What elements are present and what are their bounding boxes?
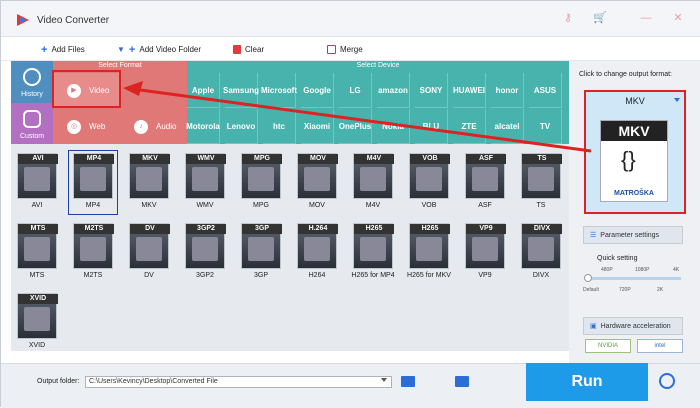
callout-arrow xyxy=(123,81,592,153)
app-window: Video Converter ⚷ 🛒 — ✕ + Add Files ▼ + Add… xyxy=(0,0,700,408)
